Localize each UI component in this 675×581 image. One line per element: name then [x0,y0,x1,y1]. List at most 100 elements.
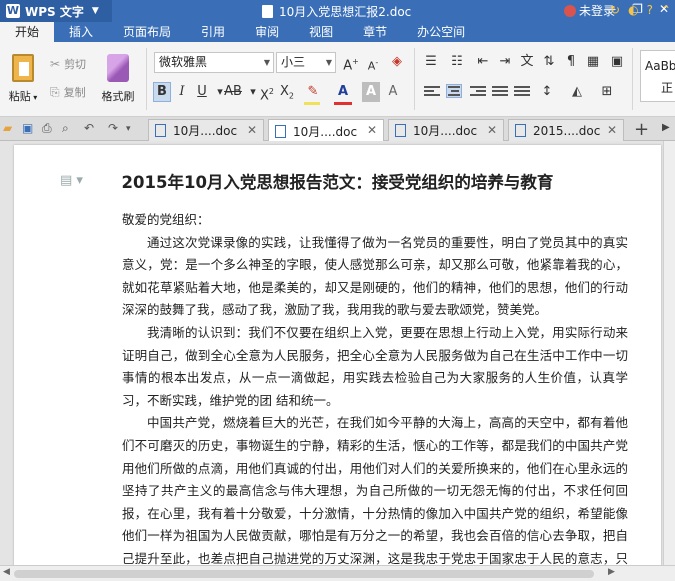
decrease-indent-icon[interactable]: ⇤ [474,52,492,72]
undo-icon[interactable]: ↶ [84,121,94,135]
bullet-list-icon[interactable]: ☰ [422,52,440,72]
document-title: 10月入党思想汇报2.doc [279,5,412,19]
shading-icon[interactable]: ◭ [568,82,586,102]
scroll-thumb[interactable] [14,570,594,578]
bold-icon[interactable]: B [153,82,171,102]
cut-button[interactable]: ✂ 剪切 [50,56,86,72]
window-title: 10月入党思想汇报2.doc [262,3,411,20]
char-shading-icon[interactable]: A [362,82,380,102]
paragraph: 通过这次党课录像的实践，让我懂得了做为一名党员的重要性，明白了党员其中的真实意义… [122,234,628,318]
document-body[interactable]: 敬爱的党组织： 通过这次党课录像的实践，让我懂得了做为一名党员的重要性，明白了党… [122,209,628,565]
document-tab[interactable]: 10月....doc ✕ [148,119,264,141]
redo-icon[interactable]: ↷ [108,121,118,135]
print-icon[interactable]: ⎙ [42,121,52,136]
document-tab-label: 10月....doc [173,124,238,138]
format-painter-button[interactable]: 格式刷 [98,54,138,104]
chinese-layout-icon[interactable]: 文 [518,52,536,72]
close-icon[interactable]: ✕ [367,123,377,137]
shrink-font-icon[interactable]: A- [364,53,382,73]
add-tab-icon[interactable]: + [634,119,649,140]
open-folder-icon[interactable]: ▰ [3,121,12,135]
strikethrough-icon[interactable]: AB [222,82,244,102]
grow-font-icon[interactable]: A+ [342,52,360,73]
vertical-scrollbar[interactable] [663,141,675,565]
style-gallery[interactable]: AaBb 正 [640,50,675,102]
app-name: WPS 文字 [25,4,84,19]
clear-format-icon[interactable]: ◈ [388,52,406,72]
text-box-icon[interactable]: ▣ [608,52,626,72]
document-icon [515,124,526,137]
divider [632,48,633,110]
print-preview-icon[interactable]: ⌕ [62,121,69,136]
copy-button[interactable]: ⎘ 复制 [50,84,86,100]
document-tab[interactable]: 10月....doc ✕ [388,119,504,141]
table-icon[interactable]: ▦ [584,52,602,72]
tab-review[interactable]: 审阅 [240,22,294,42]
font-name-select[interactable]: 微软雅黑 ▼ [154,52,274,73]
close-icon[interactable]: ✕ [607,123,617,137]
tab-chapter[interactable]: 章节 [348,22,402,42]
tab-references[interactable]: 引用 [186,22,240,42]
style-preview-top: AaBb [645,59,675,73]
show-marks-icon[interactable]: ¶ [562,52,580,72]
close-icon[interactable]: ✕ [487,123,497,137]
login-button[interactable]: 未登录 [563,2,615,19]
underline-icon[interactable]: U [193,82,211,102]
line-spacing-icon[interactable]: ↕ [538,82,556,102]
justify-icon[interactable] [492,86,508,100]
document-page[interactable]: ▤ ▾ 2015年10月入党思想报告范文：接受党组织的培养与教育 敬爱的党组织：… [14,145,661,565]
help-icon[interactable]: ? [647,3,653,17]
sort-icon[interactable]: ⇅ [540,52,558,72]
distribute-icon[interactable] [514,86,530,100]
paragraph: 我清晰的认识到：我们不仅要在组织上入党，更要在思想上行动上入党，用实际行动来证明… [122,324,628,408]
chevron-right-icon[interactable]: ▶ [662,122,670,133]
tab-insert[interactable]: 插入 [54,22,108,42]
tab-home[interactable]: 开始 [0,22,55,42]
skin-icon[interactable]: ◐ [628,3,638,17]
italic-icon[interactable]: I [173,82,191,102]
ribbon: 粘贴 ▾ ✂ 剪切 ⎘ 复制 格式刷 微软雅黑 ▼ 小三 ▼ A+ A- ◈ B… [0,42,675,117]
salutation: 敬爱的党组织： [122,212,210,227]
divider [414,48,415,110]
align-right-icon[interactable] [470,86,486,100]
align-center-icon[interactable] [446,84,462,98]
wps-menu-button[interactable]: W WPS 文字 ▼ [0,0,112,22]
close-icon[interactable]: ✕ [247,123,257,137]
cut-label: 剪切 [64,58,87,71]
scroll-right-icon[interactable]: ▶ [608,567,615,577]
paste-button[interactable]: 粘贴 ▾ [6,54,40,104]
copy-icon: ⎘ [50,84,60,99]
document-tab[interactable]: 10月....doc ✕ [268,119,384,142]
highlight-icon[interactable]: ✎ [304,82,322,102]
char-border-icon[interactable]: A [384,82,402,102]
align-left-icon[interactable] [424,86,440,100]
font-size-select[interactable]: 小三 ▼ [276,52,336,73]
document-tab-bar: ▰ ▣ ⎙ ⌕ ↶ ↷ ▾ 10月....doc ✕ 10月....doc ✕ … [0,117,675,142]
increase-indent-icon[interactable]: ⇥ [496,52,514,72]
document-heading: 2015年10月入党思想报告范文：接受党组织的培养与教育 [121,173,554,192]
document-tab-label: 2015....doc [533,123,601,138]
chevron-down-icon: ▼ [263,58,270,67]
tab-view[interactable]: 视图 [294,22,348,42]
font-color-icon[interactable]: A [334,82,352,102]
borders-icon[interactable]: ⊞ [598,82,616,102]
superscript-icon[interactable]: X2 [258,82,276,103]
document-tab[interactable]: 2015....doc ✕ [508,119,624,141]
document-tab-label: 10月....doc [413,124,478,138]
horizontal-scrollbar[interactable]: ◀ ▶ [0,565,675,581]
numbered-list-icon[interactable]: ☷ [448,52,466,72]
chevron-down-icon[interactable]: ▾ [126,124,131,134]
tab-office-space[interactable]: 办公空间 [402,22,480,42]
highlight-color-bar [304,102,320,105]
refresh-icon[interactable]: ↻ [610,3,620,17]
subscript-icon[interactable]: X2 [278,82,296,102]
scroll-left-icon[interactable]: ◀ [3,567,10,577]
tab-page-layout[interactable]: 页面布局 [108,22,186,42]
document-tab-label: 10月....doc [293,124,358,139]
document-canvas[interactable]: ▤ ▾ 2015年10月入党思想报告范文：接受党组织的培养与教育 敬爱的党组织：… [0,141,675,565]
save-icon[interactable]: ▣ [22,121,33,135]
document-icon [275,124,286,138]
document-icon [262,5,273,18]
collapse-ribbon-icon[interactable]: ⌃ [661,3,671,17]
chevron-down-icon: ▾ [30,93,38,102]
